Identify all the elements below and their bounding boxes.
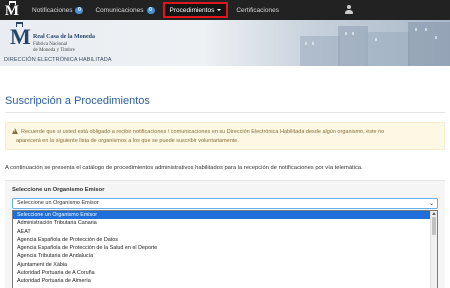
banner-window bbox=[305, 42, 307, 45]
organismo-select[interactable]: Seleccione un Organismo Emisor ⌄ bbox=[12, 198, 438, 209]
section-label: DIRECCIÓN ELECTRÓNICA HABILITADA bbox=[4, 57, 112, 63]
nav-certificaciones-label: Certificaciones bbox=[236, 6, 279, 14]
banner-building bbox=[300, 36, 340, 66]
dropdown-scrollbar[interactable] bbox=[430, 211, 437, 288]
banner-window bbox=[352, 32, 354, 35]
banner-window bbox=[415, 28, 417, 31]
nav-certificaciones[interactable]: Certificaciones bbox=[230, 0, 285, 20]
warning-icon bbox=[12, 128, 18, 134]
intro-text: A continuación se presenta el catálogo d… bbox=[5, 165, 363, 171]
crest-letter: M bbox=[10, 24, 31, 49]
dropdown-option[interactable]: AEAT bbox=[13, 228, 437, 236]
brand-logo[interactable]: M bbox=[0, 0, 24, 20]
banner-window bbox=[375, 38, 377, 41]
organismo-dropdown-list[interactable]: Seleccione un Organismo Emisor Administr… bbox=[12, 210, 438, 288]
alert-text-line-2: aparecerá en la siguiente lista de organ… bbox=[16, 138, 239, 144]
fnmt-crest-logo[interactable]: M bbox=[10, 22, 31, 50]
dropdown-option[interactable]: Administración Tributaria Canaria bbox=[13, 219, 437, 227]
nav-comunicaciones[interactable]: Comunicaciones 0 bbox=[89, 0, 160, 20]
banner-window bbox=[345, 32, 347, 35]
dropdown-option[interactable]: Agencia Tributaria de Andalucía bbox=[13, 252, 437, 260]
dropdown-option[interactable]: Agencia Española de Protección de la Sal… bbox=[13, 244, 437, 252]
nav-comunicaciones-label: Comunicaciones bbox=[95, 6, 144, 14]
brand-letter: M bbox=[4, 2, 20, 19]
banner-window bbox=[312, 42, 314, 45]
organismo-select-value: Seleccione un Organismo Emisor bbox=[17, 200, 99, 206]
scroll-up-icon[interactable] bbox=[432, 212, 436, 215]
dropdown-option[interactable]: Autoridad Portuaria de Almería bbox=[13, 277, 437, 285]
banner-building bbox=[366, 32, 410, 66]
user-icon[interactable] bbox=[345, 5, 353, 15]
fnmt-subtitle-2: de Moneda y Timbre bbox=[33, 48, 75, 53]
scrollbar-thumb[interactable] bbox=[432, 217, 436, 235]
banner-window bbox=[435, 36, 437, 39]
dropdown-option[interactable]: Autoridad Portuaria de A Coruña bbox=[13, 269, 437, 277]
fnmt-subtitle-1: Fábrica Nacional bbox=[33, 42, 68, 47]
selection-panel: Seleccione un Organismo Emisor Seleccion… bbox=[5, 180, 445, 288]
page-title: Suscripción a Procedimientos bbox=[5, 95, 150, 107]
top-navbar: M Notificaciones 0 Comunicaciones 0 Proc… bbox=[0, 0, 450, 20]
title-divider bbox=[5, 112, 445, 113]
alert-text-line-1: Recuerde que si usted está obligado a re… bbox=[21, 129, 385, 135]
nav-procedimientos-label: Procedimientos bbox=[169, 6, 215, 14]
caret-down-icon bbox=[217, 9, 222, 11]
organismo-select-label: Seleccione un Organismo Emisor bbox=[12, 187, 105, 193]
dropdown-option[interactable]: Agencia Española de Protección de Datos bbox=[13, 236, 437, 244]
chevron-down-icon[interactable]: ⌄ bbox=[429, 200, 434, 209]
banner-window bbox=[425, 28, 427, 31]
nav-notificaciones-label: Notificaciones bbox=[32, 6, 73, 14]
comunicaciones-count-badge: 0 bbox=[146, 6, 155, 14]
nav-procedimientos[interactable]: Procedimientos bbox=[162, 2, 229, 18]
nav-notificaciones[interactable]: Notificaciones 0 bbox=[26, 0, 89, 20]
dropdown-option[interactable]: Ajuntament de Xàbia bbox=[13, 261, 437, 269]
dropdown-option[interactable]: Seleccione un Organismo Emisor bbox=[13, 211, 437, 220]
fnmt-title: Real Casa de la Moneda bbox=[33, 34, 95, 40]
notificaciones-count-badge: 0 bbox=[75, 6, 84, 14]
warning-alert: Recuerde que si usted está obligado a re… bbox=[5, 122, 445, 150]
